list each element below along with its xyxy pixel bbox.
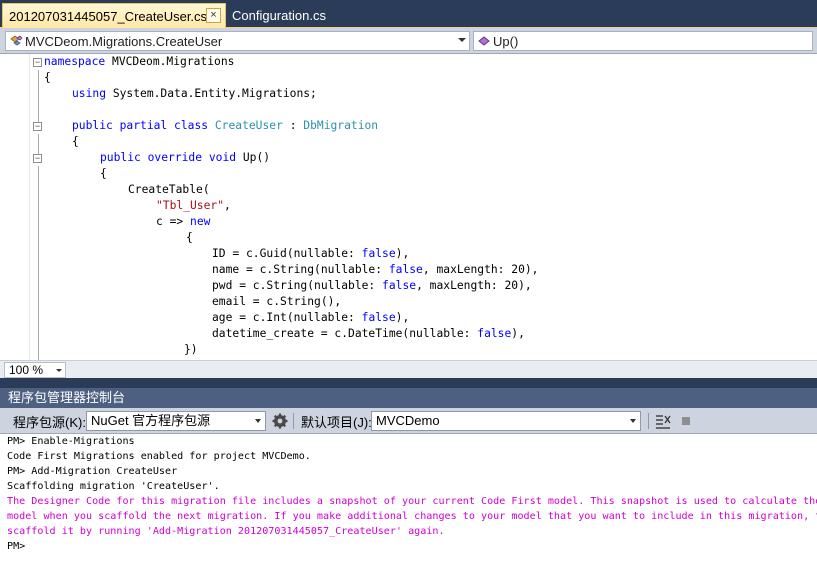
console-line: PM> Enable-Migrations — [7, 436, 135, 447]
tab-label: 201207031445057_CreateUser.cs — [9, 8, 208, 24]
tab-label: Configuration.cs — [232, 8, 326, 23]
change-tracking-bar — [4, 54, 7, 360]
type-dropdown[interactable]: MVCDeom.Migrations.CreateUser — [5, 31, 470, 51]
gear-icon[interactable] — [271, 412, 289, 430]
code-line: { — [72, 135, 79, 148]
code-line: c => new — [156, 215, 211, 228]
package-source-label: 程序包源(K): — [13, 415, 86, 430]
code-line: pwd = c.String(nullable: false, maxLengt… — [212, 279, 532, 292]
code-line: }) — [184, 343, 198, 356]
package-manager-console-output[interactable]: PM> Enable-Migrations Code First Migrati… — [0, 434, 817, 569]
chevron-down-icon[interactable] — [56, 369, 62, 372]
member-dropdown[interactable]: Up() — [473, 31, 813, 51]
type-dropdown-value: MVCDeom.Migrations.CreateUser — [25, 33, 223, 49]
code-line: email = c.String(), — [212, 295, 342, 308]
code-line: public partial class CreateUser : DbMigr… — [72, 119, 379, 132]
editor-status-strip: 100 % — [0, 360, 817, 378]
console-warning-line: The Designer Code for this migration fil… — [7, 496, 817, 507]
code-line: namespace MVCDeom.Migrations — [44, 55, 235, 68]
stop-icon[interactable] — [677, 412, 695, 430]
console-warning-line: scaffold it by running 'Add-Migration 20… — [7, 526, 445, 537]
code-line: age = c.Int(nullable: false), — [212, 311, 410, 324]
toolbar-separator — [648, 413, 649, 429]
console-line: Code First Migrations enabled for projec… — [7, 451, 311, 462]
tool-window-title: 程序包管理器控制台 — [0, 388, 817, 408]
horizontal-scrollbar[interactable] — [70, 363, 815, 377]
code-line: ID = c.Guid(nullable: false), — [212, 247, 410, 260]
chevron-down-icon[interactable] — [255, 419, 261, 423]
method-icon — [477, 34, 491, 48]
default-project-dropdown[interactable]: MVCDemo — [371, 411, 641, 431]
code-line: name = c.String(nullable: false, maxLeng… — [212, 263, 539, 276]
code-line: { — [186, 231, 193, 244]
close-icon[interactable]: × — [206, 8, 221, 23]
code-line: using System.Data.Entity.Migrations; — [72, 87, 317, 100]
outline-guide — [38, 70, 39, 122]
console-line: PM> Add-Migration CreateUser — [7, 466, 178, 477]
chevron-down-icon[interactable] — [458, 38, 466, 42]
member-dropdown-value: Up() — [493, 33, 519, 49]
default-project-value: MVCDemo — [376, 413, 440, 428]
clear-console-icon[interactable] — [654, 412, 672, 430]
zoom-dropdown[interactable]: 100 % — [4, 362, 66, 378]
class-icon — [9, 34, 23, 48]
console-prompt[interactable]: PM> — [7, 539, 25, 554]
code-line: datetime_create = c.DateTime(nullable: f… — [212, 327, 525, 340]
package-source-dropdown[interactable]: NuGet 官方程序包源 — [86, 411, 266, 431]
code-line: CreateTable( — [128, 183, 210, 196]
collapse-icon[interactable]: − — [33, 58, 42, 67]
collapse-icon[interactable]: − — [33, 122, 42, 131]
zoom-value: 100 % — [9, 363, 44, 377]
code-editor[interactable]: − − − namespace MVCDeom.Migrations { usi… — [0, 54, 817, 360]
package-source-value: NuGet 官方程序包源 — [91, 413, 211, 428]
document-tab-strip: 201207031445057_CreateUser.cs × Configur… — [0, 0, 817, 28]
console-line: Scaffolding migration 'CreateUser'. — [7, 481, 220, 492]
tab-createuser-cs[interactable]: 201207031445057_CreateUser.cs × — [2, 3, 226, 28]
code-line: "Tbl_User", — [156, 199, 231, 212]
console-toolbar: 程序包源(K): NuGet 官方程序包源 默认项目(J): MVCDemo — [0, 408, 817, 434]
tab-configuration-cs[interactable]: Configuration.cs — [230, 3, 340, 28]
navigation-bar: MVCDeom.Migrations.CreateUser Up() — [0, 28, 817, 54]
outline-guide — [38, 134, 39, 154]
code-line: { — [44, 71, 51, 84]
console-warning-line: model when you scaffold the next migrati… — [7, 511, 817, 522]
toolbar-separator — [293, 413, 294, 429]
chevron-down-icon[interactable] — [630, 419, 636, 423]
default-project-label: 默认项目(J): — [301, 415, 372, 430]
panel-splitter[interactable] — [0, 378, 817, 388]
code-line: public override void Up() — [100, 151, 271, 164]
collapse-icon[interactable]: − — [33, 154, 42, 163]
code-line: { — [100, 167, 107, 180]
outline-guide — [38, 166, 39, 360]
